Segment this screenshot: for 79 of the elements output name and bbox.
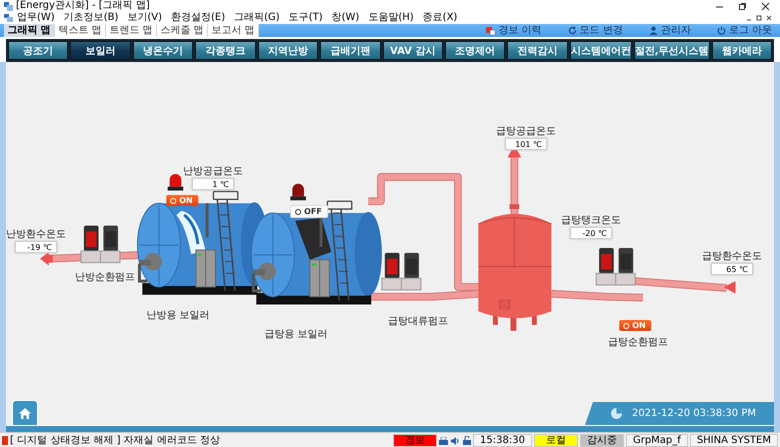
datetime-text: 2021-12-20 03:38:30 PM	[632, 408, 756, 419]
sensor-label: 급탕탱크온도	[561, 215, 621, 226]
window-title: [Energy관시화] - [그래픽 맵]	[16, 0, 151, 12]
sensor-value: 101 ℃	[505, 138, 547, 150]
alarm-icon	[486, 26, 496, 35]
status-badge[interactable]: ON	[619, 320, 651, 331]
sensor-value: 1 ℃	[192, 178, 234, 190]
menu-item[interactable]: 기초정보(B)	[64, 12, 118, 24]
nav-button[interactable]: VAV 감시	[382, 41, 443, 60]
lock-icon[interactable]	[463, 436, 472, 445]
sensor-value: -19 ℃	[15, 241, 57, 253]
menu-item[interactable]: 보기(V)	[127, 12, 162, 24]
warning-light-icon	[290, 184, 306, 200]
power-icon	[716, 26, 726, 35]
nav-button[interactable]: 웹카메라	[712, 41, 772, 60]
header-link[interactable]: 경보 이력	[486, 24, 542, 37]
boiler-label: 난방용 보일러	[146, 310, 210, 321]
map-tab[interactable]: 트렌드 맵	[106, 24, 157, 37]
header-link[interactable]: 관리자	[648, 24, 691, 37]
pie-chart-icon	[610, 408, 622, 419]
pump-drawing	[596, 248, 636, 286]
pump-label: 급탕대류펌프	[388, 316, 448, 327]
menu-item[interactable]: 창(W)	[332, 12, 360, 24]
map-tab[interactable]: 스케줄 맵	[157, 24, 208, 37]
user-icon	[648, 26, 658, 35]
nav-button[interactable]: 급배기팬	[320, 41, 380, 60]
alert-icon	[2, 436, 8, 445]
sensor-label: 급탕환수온도	[702, 251, 762, 262]
restore-icon[interactable]	[756, 15, 762, 21]
menu-item[interactable]: 종료(X)	[422, 12, 458, 24]
pump-drawing	[80, 226, 120, 264]
pump-label: 난방순환펌프	[75, 272, 135, 283]
nav-button[interactable]: 시스템에어컨	[570, 41, 632, 60]
restore-icon[interactable]	[738, 2, 747, 10]
home-icon	[19, 408, 31, 418]
home-button[interactable]	[12, 400, 38, 425]
app-icon	[4, 14, 13, 22]
refresh-icon	[568, 26, 577, 35]
printer-icon[interactable]	[439, 436, 448, 444]
boiler-label: 급탕용 보일러	[264, 329, 328, 340]
status-badge[interactable]: ON	[166, 195, 198, 206]
status-cell: 감시중	[580, 434, 624, 447]
header-link[interactable]: 로그 아웃	[716, 24, 772, 37]
nav-button[interactable]: 각종탱크	[195, 41, 256, 60]
nav-button[interactable]: 절전,무선시스템	[634, 41, 710, 60]
map-tab[interactable]: 텍스트 맵	[55, 24, 106, 37]
nav-button[interactable]: 조명제어	[444, 41, 506, 60]
nav-button[interactable]: 보일러	[70, 41, 131, 60]
status-badge[interactable]: OFF	[290, 205, 328, 218]
nav-button[interactable]: 지역난방	[258, 41, 318, 60]
pump-drawing	[381, 252, 422, 290]
menu-item[interactable]: 그래픽(G)	[234, 12, 280, 24]
app-icon	[4, 2, 13, 10]
sensor-label: 난방환수온도	[6, 229, 66, 240]
warning-light-icon	[168, 174, 184, 191]
menu-item[interactable]: 도구(T)	[288, 12, 323, 24]
sensor-label: 난방공급온도	[183, 166, 243, 177]
status-cell: 15:38:30	[473, 434, 532, 447]
pump-label: 급탕순환펌프	[608, 337, 668, 348]
speaker-icon[interactable]	[451, 436, 460, 444]
close-icon[interactable]	[766, 15, 772, 21]
status-cell: 로컬	[534, 434, 578, 447]
menu-item[interactable]: 도움말(H)	[368, 12, 414, 24]
sensor-value: -20 ℃	[570, 227, 612, 239]
status-cell: GrpMap_f	[626, 434, 688, 447]
menu-item[interactable]: 환경설정(E)	[171, 12, 226, 24]
menu-item[interactable]: 업무(W)	[17, 12, 55, 24]
status-message: [ 디지털 상태경보 해제 ] 자재실 에러코드 정상	[10, 435, 220, 446]
nav-button[interactable]: 냉온수기	[132, 41, 194, 60]
map-tab[interactable]: 그래픽 맵	[4, 24, 55, 37]
nav-button[interactable]: 공조기	[8, 41, 68, 60]
status-cell: SHINA SYSTEM	[690, 434, 778, 447]
close-icon[interactable]	[761, 2, 770, 10]
header-link[interactable]: 모드 변경	[568, 24, 623, 37]
map-tab[interactable]: 보고서 맵	[208, 24, 259, 37]
status-cell: 경보	[393, 434, 438, 447]
nav-button[interactable]: 전력감시	[507, 41, 568, 60]
sensor-label: 급탕공급온도	[496, 126, 556, 137]
sensor-value: 65 ℃	[711, 263, 753, 275]
